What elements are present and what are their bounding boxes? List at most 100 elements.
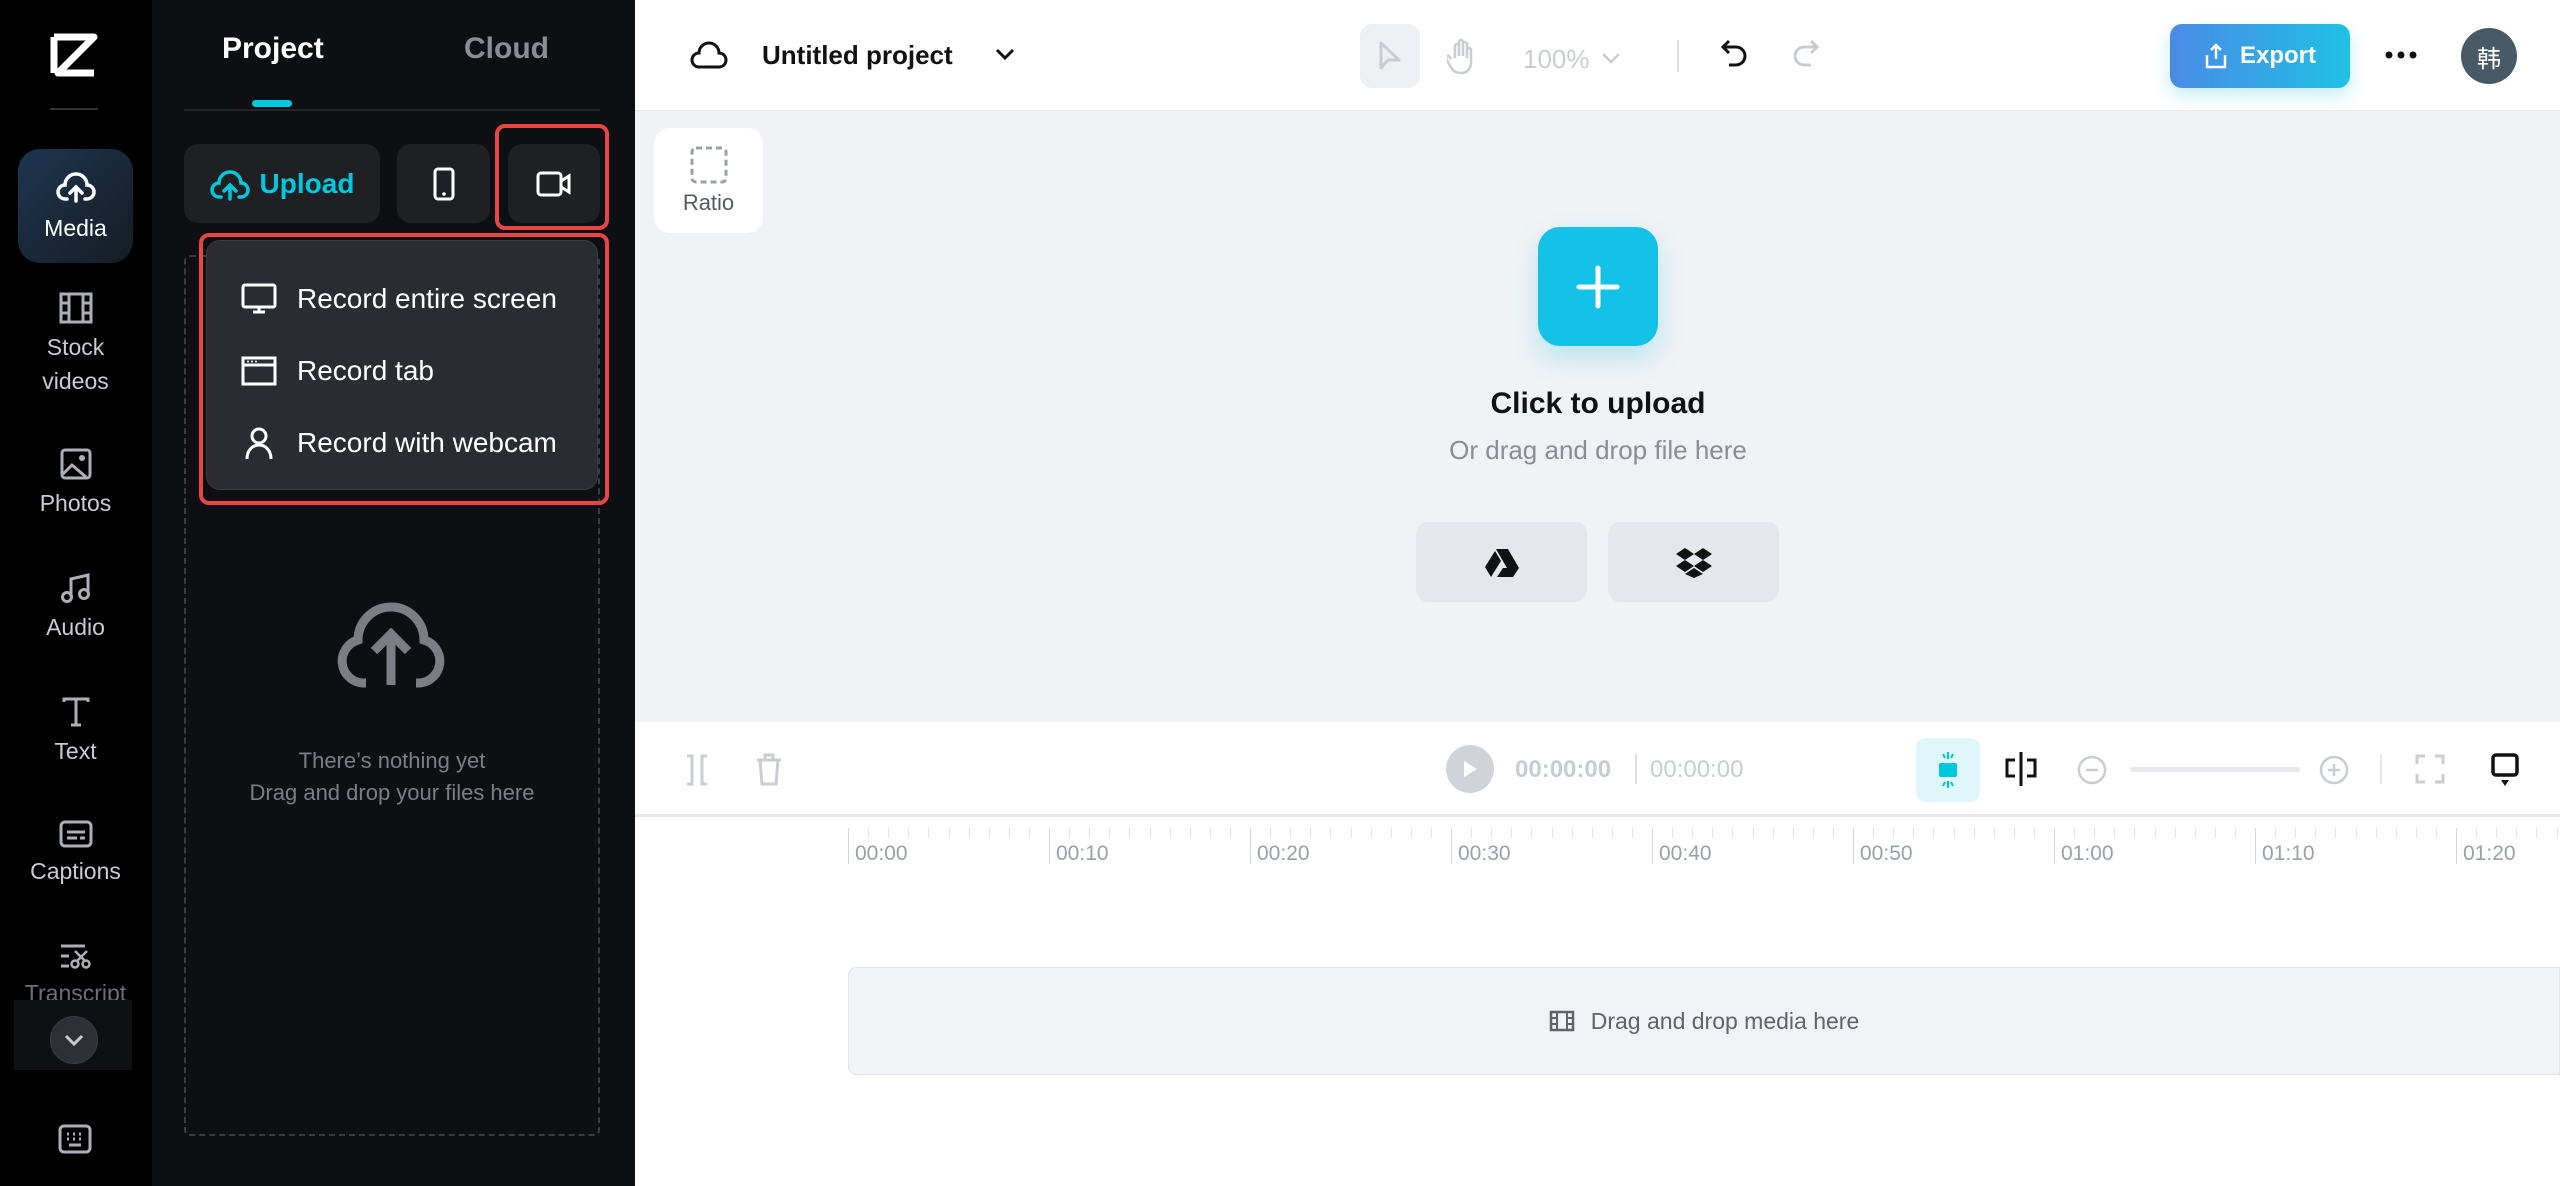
sidebar-item-media[interactable]: Media	[18, 149, 133, 263]
sidebar-item-stock-videos[interactable]: Stock videos	[18, 292, 133, 398]
ruler-minor-tick	[1511, 828, 1513, 838]
ruler-minor-tick	[908, 828, 910, 838]
google-drive-button[interactable]	[1416, 522, 1587, 602]
trash-icon[interactable]	[755, 752, 783, 786]
ruler-minor-tick	[1973, 828, 1975, 838]
ruler-minor-tick	[2476, 828, 2478, 838]
ruler-minor-tick	[1189, 828, 1191, 838]
fullscreen-icon[interactable]	[2415, 754, 2445, 784]
ruler-minor-tick	[1772, 828, 1774, 838]
ruler-major-tick	[1049, 828, 1050, 864]
ruler-minor-tick	[2415, 828, 2417, 838]
ruler-minor-tick	[2536, 828, 2538, 838]
ruler-major-tick	[1652, 828, 1653, 864]
ruler-label: 00:10	[1056, 842, 1109, 865]
ruler-minor-tick	[2114, 828, 2116, 838]
ratio-button[interactable]: Ratio	[654, 128, 763, 233]
ruler-minor-tick	[2234, 828, 2236, 838]
sidebar-item-audio[interactable]: Audio	[18, 572, 133, 644]
ruler-minor-tick	[1913, 828, 1915, 838]
captions-icon	[59, 820, 92, 848]
ruler-minor-tick	[2013, 828, 2015, 838]
ruler-minor-tick	[2174, 828, 2176, 838]
redo-icon[interactable]	[1790, 38, 1820, 72]
ruler-major-tick	[1250, 828, 1251, 864]
zoom-out-icon[interactable]	[2077, 755, 2107, 785]
upload-plus-button[interactable]	[1538, 227, 1658, 346]
tab-cloud[interactable]: Cloud	[464, 32, 549, 66]
empty-subtitle: Drag and drop your files here	[249, 780, 535, 805]
phone-upload-button[interactable]	[397, 144, 490, 223]
pointer-icon	[1379, 41, 1401, 70]
ruler-minor-tick	[928, 828, 930, 838]
ruler-minor-tick	[1631, 828, 1633, 838]
upload-title[interactable]: Click to upload	[1298, 387, 1898, 421]
current-time: 00:00:00	[1515, 756, 1612, 783]
tab-project[interactable]: Project	[222, 32, 324, 66]
upload-subtitle: Or drag and drop file here	[1449, 435, 1747, 465]
project-title[interactable]: Untitled project	[762, 40, 953, 71]
split-clip-icon[interactable]	[2003, 750, 2039, 788]
ruler-label: 00:50	[1860, 842, 1913, 865]
text-icon	[62, 697, 89, 727]
more-options-icon[interactable]	[2385, 50, 2417, 60]
film-icon	[1549, 1010, 1574, 1032]
ruler-minor-tick	[2395, 828, 2397, 838]
timeline-toolbar: 00:00:00 00:00:00	[635, 722, 2560, 817]
ruler-label: 00:20	[1257, 842, 1310, 865]
upload-label: Upload	[259, 167, 355, 199]
sidebar-item-captions[interactable]: Captions	[18, 820, 133, 888]
transcript-icon	[60, 944, 91, 969]
ruler-minor-tick	[2033, 828, 2035, 838]
ruler-minor-tick	[2094, 828, 2096, 838]
media-drop-track[interactable]: Drag and drop media here	[848, 967, 2560, 1075]
zoom-in-icon[interactable]	[2319, 755, 2349, 785]
cloud-sync-icon	[690, 41, 728, 69]
top-bar: Untitled project 100% Export 韩	[635, 0, 2560, 111]
ruler-minor-tick	[1169, 828, 1171, 838]
capcut-logo-icon	[50, 33, 98, 77]
ruler-minor-tick	[1993, 828, 1995, 838]
undo-icon[interactable]	[1720, 38, 1750, 72]
zoom-level[interactable]: 100%	[1523, 44, 1590, 75]
ruler-minor-tick	[2355, 828, 2357, 838]
ruler-major-tick	[2054, 828, 2055, 864]
sidebar-item-text[interactable]: Text	[18, 696, 133, 768]
ruler-minor-tick	[1752, 828, 1754, 838]
sidebar-item-label: Captions	[30, 858, 121, 884]
ruler-minor-tick	[1591, 828, 1593, 838]
export-button[interactable]: Export	[2170, 24, 2350, 88]
timeline: 00:00 00:10 00:20 00:30 00:40 00:50 01:00 01:10…	[635, 820, 2560, 1186]
ruler-minor-tick	[1672, 828, 1674, 838]
dropbox-button[interactable]	[1608, 522, 1779, 602]
ruler-minor-tick	[1832, 828, 1834, 838]
ruler-minor-tick	[1410, 828, 1412, 838]
play-button[interactable]	[1446, 745, 1494, 793]
magnet-snap-button[interactable]	[1916, 738, 1980, 802]
avatar[interactable]: 韩	[2461, 28, 2517, 84]
keyboard-shortcuts-icon[interactable]	[58, 1124, 92, 1154]
ruler-minor-tick	[1069, 828, 1071, 838]
sidebar-item-label: Stock videos	[42, 334, 109, 394]
sidebar-item-photos[interactable]: Photos	[18, 448, 133, 520]
ruler-minor-tick	[2556, 828, 2558, 838]
ruler-minor-tick	[1028, 828, 1030, 838]
ruler-minor-tick	[1732, 828, 1734, 838]
select-tool-button[interactable]	[1360, 24, 1420, 88]
upload-button[interactable]: Upload	[184, 144, 380, 223]
feedback-icon[interactable]	[2490, 752, 2520, 788]
ruler-major-tick	[2456, 828, 2457, 864]
ruler-minor-tick	[948, 828, 950, 838]
zoom-slider[interactable]	[2130, 767, 2300, 772]
ruler-major-tick	[1853, 828, 1854, 864]
ruler-minor-tick	[2134, 828, 2136, 838]
chevron-down-icon[interactable]	[1601, 52, 1621, 64]
drop-text: Drag and drop media here	[1590, 1007, 1860, 1034]
hand-tool-icon[interactable]	[1447, 38, 1477, 74]
split-icon[interactable]	[683, 754, 711, 786]
ruler-major-tick	[848, 828, 849, 864]
expand-more-button[interactable]	[50, 1016, 98, 1064]
ruler-major-tick	[2255, 828, 2256, 864]
chevron-down-icon[interactable]	[995, 48, 1015, 60]
time-ruler[interactable]: 00:00 00:10 00:20 00:30 00:40 00:50 01:00 01:10…	[635, 820, 2560, 880]
